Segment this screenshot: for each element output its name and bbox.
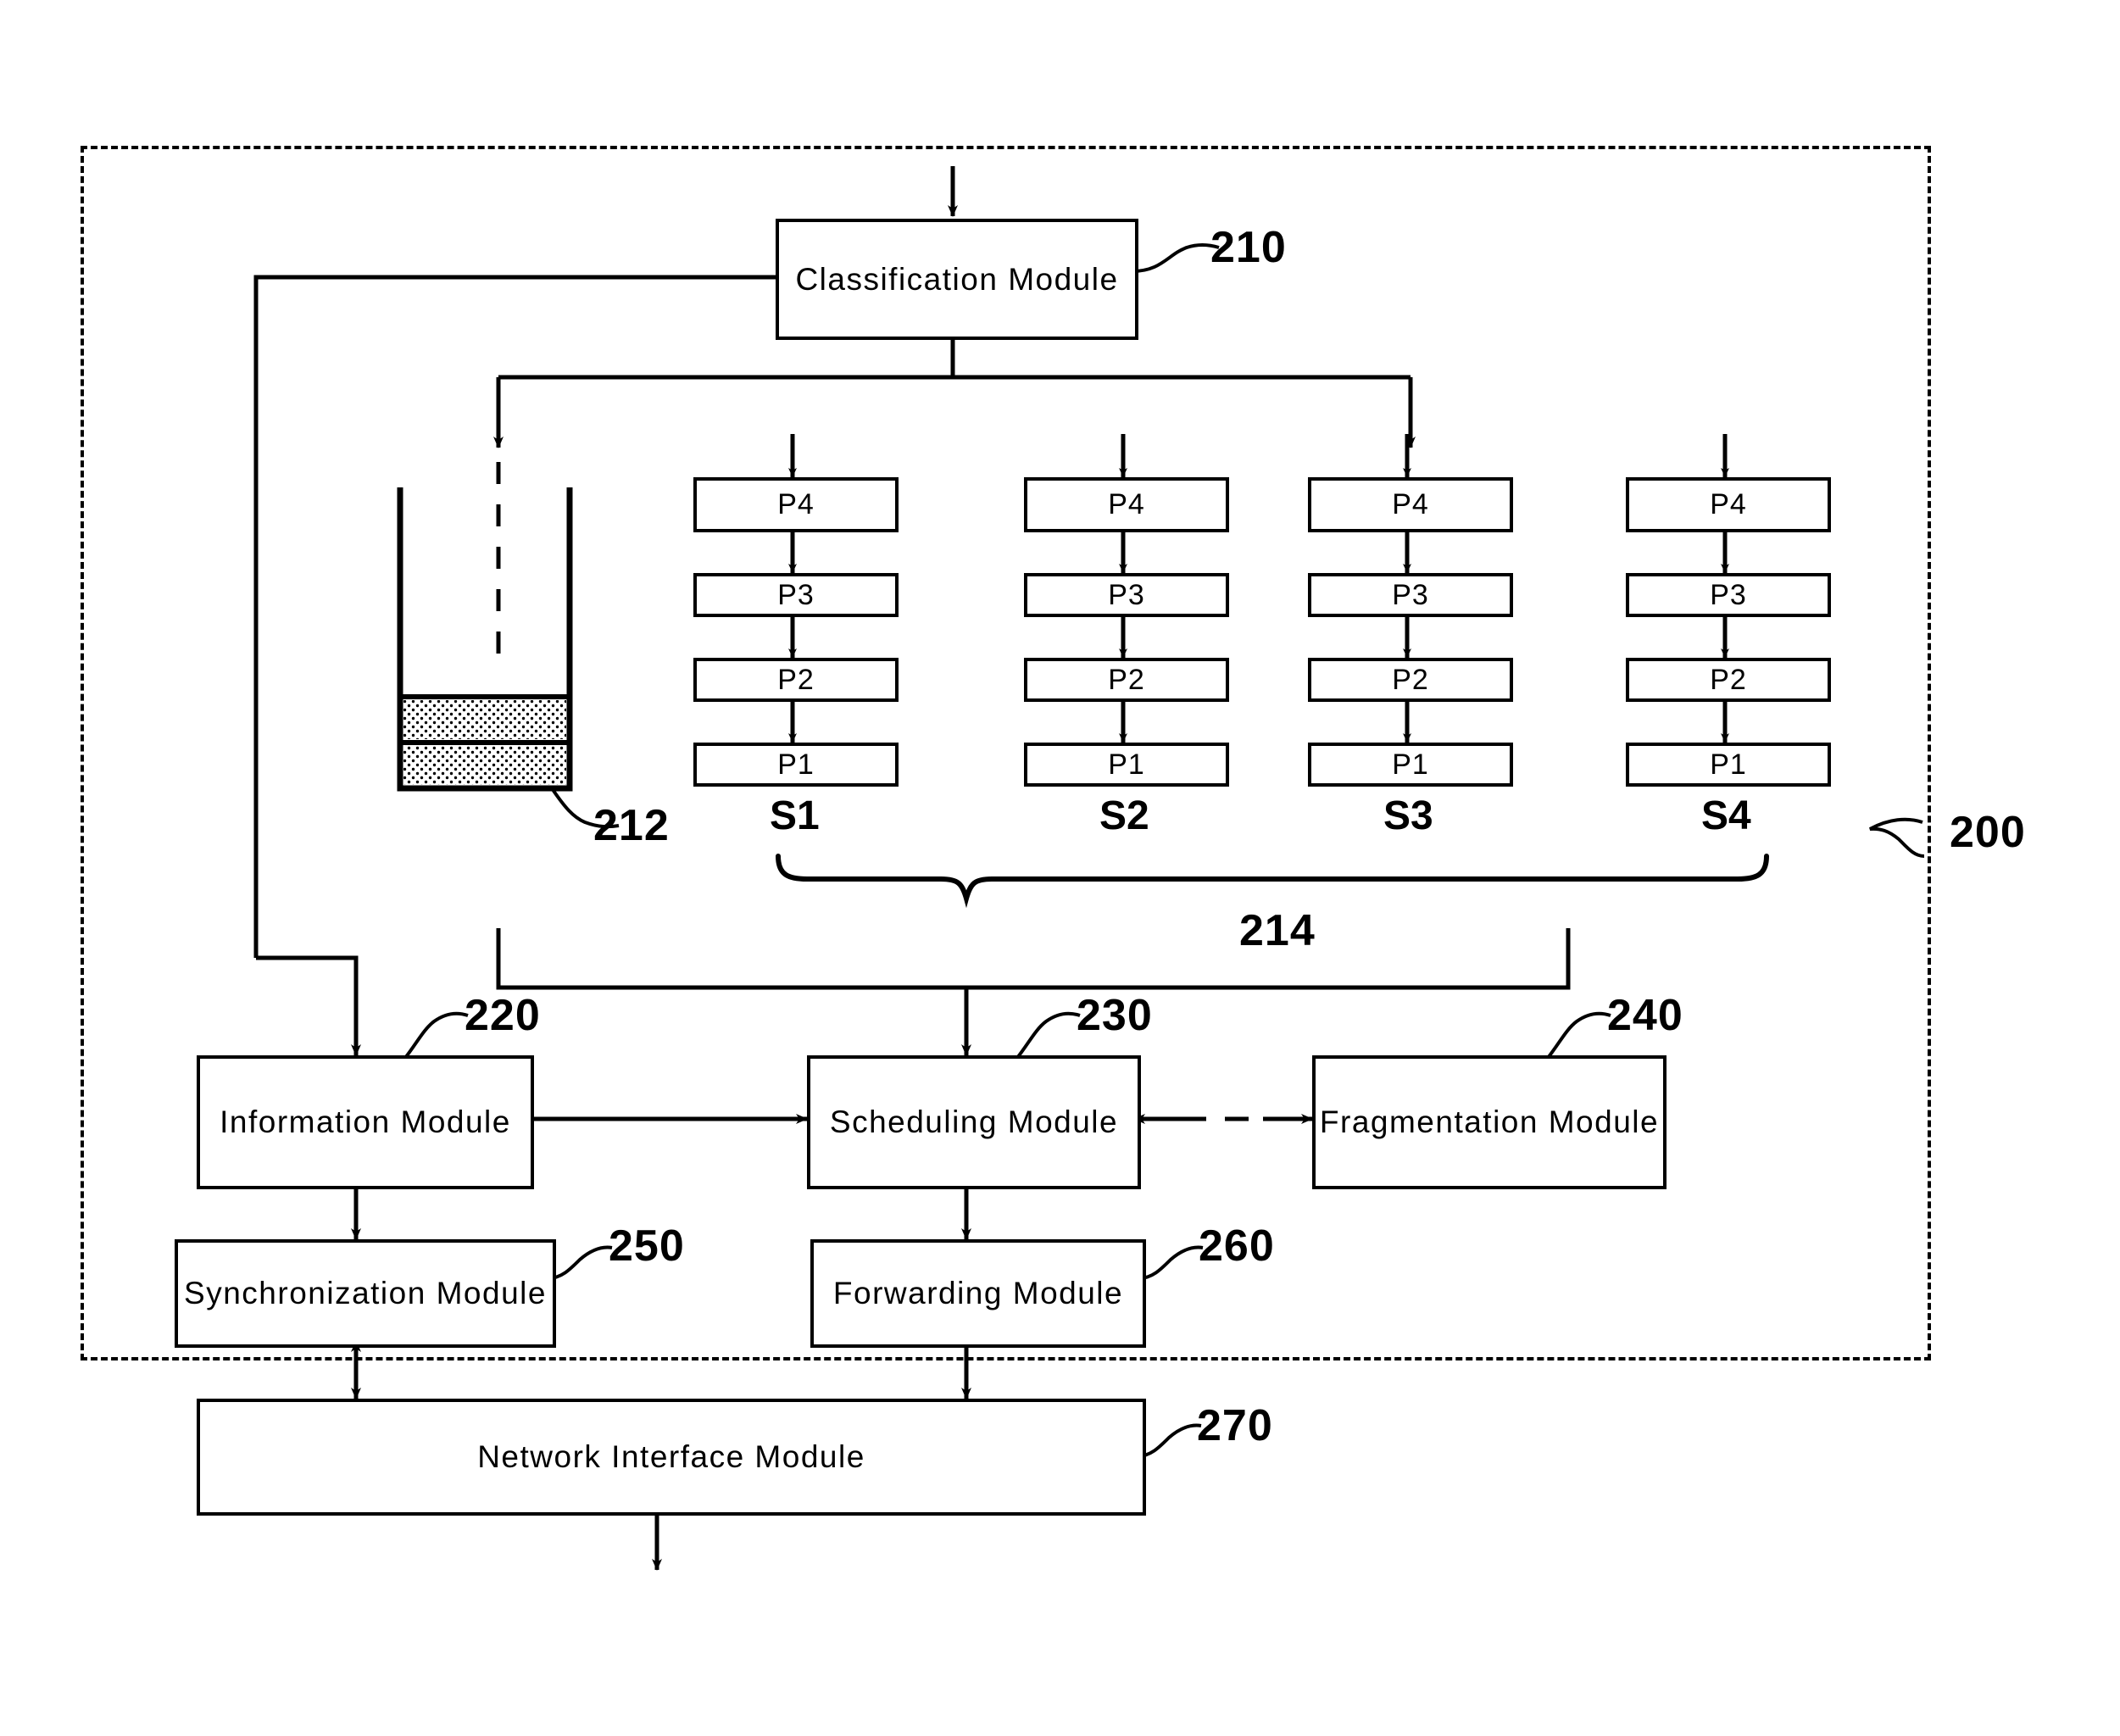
queue-s3-p1: P1 <box>1308 743 1513 787</box>
synchronization-module-label: Synchronization Module <box>184 1276 547 1310</box>
classification-module-label: Classification Module <box>795 261 1119 297</box>
queue-s4-p4: P4 <box>1626 477 1831 532</box>
queue-s2-p1: P1 <box>1024 743 1229 787</box>
ref-214: 214 <box>1239 906 1316 955</box>
forwarding-module-label: Forwarding Module <box>832 1276 1124 1310</box>
queue-s3-p3-label: P3 <box>1392 578 1429 611</box>
queue-s1-p2: P2 <box>693 658 899 702</box>
queue-s1-p1: P1 <box>693 743 899 787</box>
forwarding-module[interactable]: Forwarding Module <box>810 1239 1146 1348</box>
queue-s2-p2-label: P2 <box>1108 663 1145 696</box>
network-interface-module-label: Network Interface Module <box>477 1439 865 1474</box>
figure-canvas: Classification Module Information Module… <box>0 0 2120 1736</box>
queue-s3-p4-label: P4 <box>1392 488 1429 520</box>
queue-s2-p3: P3 <box>1024 573 1229 617</box>
queue-s2-p4-label: P4 <box>1108 488 1145 520</box>
queue-s3-p2-label: P2 <box>1392 663 1429 696</box>
information-module-label: Information Module <box>220 1104 511 1139</box>
ref-220: 220 <box>465 991 541 1040</box>
queue-s3-p3: P3 <box>1308 573 1513 617</box>
queue-s4-p2-label: P2 <box>1710 663 1747 696</box>
stack-label-s1: S1 <box>770 793 820 838</box>
queue-s3-p1-label: P1 <box>1392 748 1429 781</box>
classification-module[interactable]: Classification Module <box>776 219 1138 340</box>
queue-s4-p1-label: P1 <box>1710 748 1747 781</box>
queue-s4-p3-label: P3 <box>1710 578 1747 611</box>
queue-s1-p3: P3 <box>693 573 899 617</box>
scheduling-module[interactable]: Scheduling Module <box>807 1055 1141 1189</box>
ref-250: 250 <box>609 1221 685 1271</box>
synchronization-module[interactable]: Synchronization Module <box>175 1239 556 1348</box>
stack-label-s4: S4 <box>1701 793 1751 838</box>
queue-s4-p4-label: P4 <box>1710 488 1747 520</box>
queue-s1-p4-label: P4 <box>777 488 815 520</box>
stack-label-s2: S2 <box>1099 793 1149 838</box>
queue-s3-p4: P4 <box>1308 477 1513 532</box>
stack-label-s3: S3 <box>1383 793 1433 838</box>
queue-s4-p1: P1 <box>1626 743 1831 787</box>
queue-s2-p1-label: P1 <box>1108 748 1145 781</box>
queue-s2-p4: P4 <box>1024 477 1229 532</box>
queue-s1-p1-label: P1 <box>777 748 815 781</box>
information-module[interactable]: Information Module <box>197 1055 534 1189</box>
ref-230: 230 <box>1077 991 1153 1040</box>
network-interface-module[interactable]: Network Interface Module <box>197 1399 1146 1516</box>
queue-s2-p3-label: P3 <box>1108 578 1145 611</box>
ref-210: 210 <box>1210 223 1287 272</box>
ref-240: 240 <box>1607 991 1683 1040</box>
queue-s3-p2: P2 <box>1308 658 1513 702</box>
fragmentation-module[interactable]: Fragmentation Module <box>1312 1055 1667 1189</box>
scheduling-module-label: Scheduling Module <box>829 1104 1119 1139</box>
ref-270: 270 <box>1197 1401 1273 1450</box>
queue-s1-p4: P4 <box>693 477 899 532</box>
queue-s4-p2: P2 <box>1626 658 1831 702</box>
queue-s4-p3: P3 <box>1626 573 1831 617</box>
ref-212: 212 <box>593 801 670 850</box>
fragmentation-module-label: Fragmentation Module <box>1319 1104 1660 1139</box>
queue-s2-p2: P2 <box>1024 658 1229 702</box>
ref-260: 260 <box>1199 1221 1275 1271</box>
queue-s1-p3-label: P3 <box>777 578 815 611</box>
ref-200: 200 <box>1950 808 2026 857</box>
queue-s1-p2-label: P2 <box>777 663 815 696</box>
